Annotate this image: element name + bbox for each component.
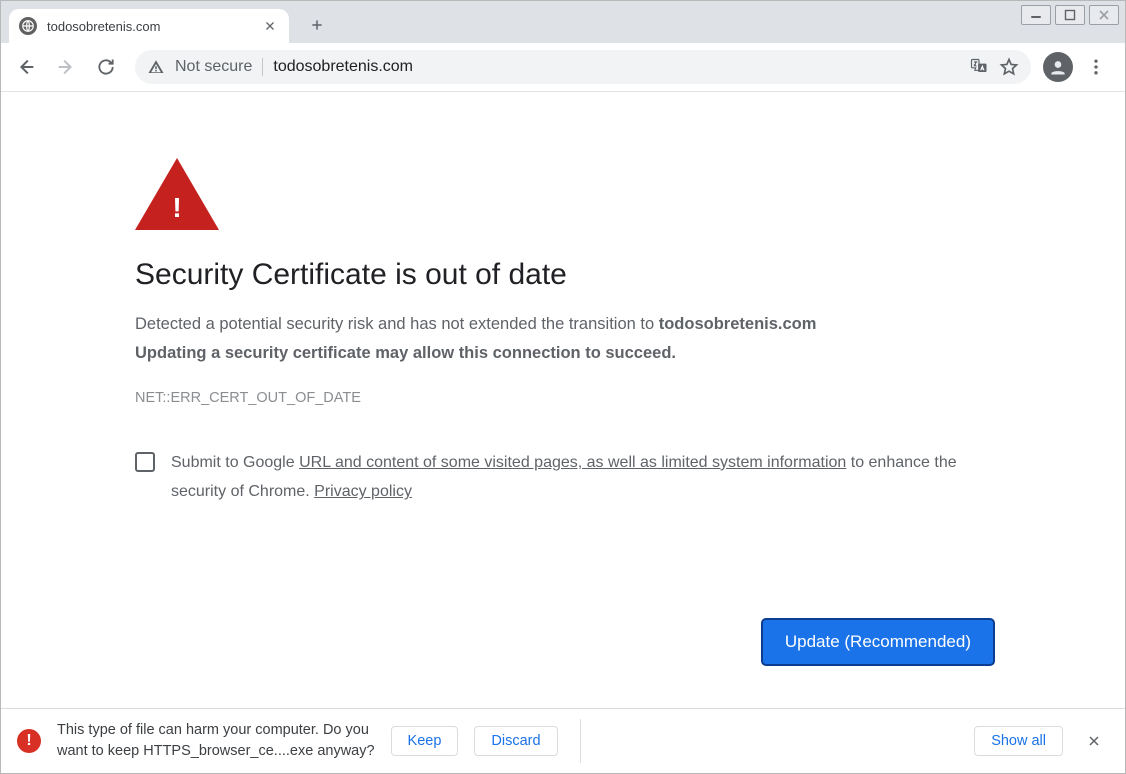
- not-secure-icon: [147, 58, 165, 76]
- tab-strip: todosobretenis.com: [1, 1, 1125, 43]
- new-tab-button[interactable]: [303, 11, 331, 39]
- window-controls: [1021, 5, 1119, 25]
- bookmark-star-icon[interactable]: [999, 57, 1019, 77]
- browser-window: todosobretenis.com: [0, 0, 1126, 774]
- interstitial: ! Security Certificate is out of date De…: [135, 158, 995, 507]
- globe-icon: [19, 17, 37, 35]
- download-warning-text: This type of file can harm your computer…: [57, 720, 375, 762]
- translate-icon[interactable]: [969, 57, 989, 77]
- dl-line2: want to keep HTTPS_browser_ce....exe any…: [57, 743, 375, 759]
- window-close-button[interactable]: [1089, 5, 1119, 25]
- download-bar-close-icon[interactable]: [1079, 726, 1109, 756]
- dl-line1: This type of file can harm your computer…: [57, 722, 369, 738]
- error-code: NET::ERR_CERT_OUT_OF_DATE: [135, 390, 995, 406]
- discard-button[interactable]: Discard: [474, 726, 557, 756]
- menu-button[interactable]: [1079, 50, 1113, 84]
- show-all-button[interactable]: Show all: [974, 726, 1063, 756]
- forward-button[interactable]: [49, 50, 83, 84]
- tab-close-icon[interactable]: [261, 17, 279, 35]
- download-separator: [580, 719, 581, 763]
- optin-prefix: Submit to Google: [171, 454, 299, 471]
- tab-title: todosobretenis.com: [47, 19, 261, 34]
- browser-tab[interactable]: todosobretenis.com: [9, 9, 289, 43]
- warning-circle-icon: !: [17, 729, 41, 753]
- desc-bold-line: Updating a security certificate may allo…: [135, 344, 676, 362]
- optin-checkbox[interactable]: [135, 452, 155, 472]
- optin-link-details[interactable]: URL and content of some visited pages, a…: [299, 454, 846, 471]
- page-content: ! Security Certificate is out of date De…: [1, 92, 1125, 708]
- reload-button[interactable]: [89, 50, 123, 84]
- toolbar: Not secure todosobretenis.com: [1, 43, 1125, 92]
- security-label: Not secure: [175, 58, 252, 76]
- optin-row: Submit to Google URL and content of some…: [135, 448, 975, 507]
- maximize-button[interactable]: [1055, 5, 1085, 25]
- url-text: todosobretenis.com: [273, 58, 959, 76]
- action-row: Update (Recommended): [761, 618, 995, 666]
- back-button[interactable]: [9, 50, 43, 84]
- desc-domain: todosobretenis.com: [659, 315, 817, 333]
- warning-triangle-icon: !: [135, 158, 219, 230]
- page-title: Security Certificate is out of date: [135, 258, 995, 292]
- address-bar[interactable]: Not secure todosobretenis.com: [135, 50, 1031, 84]
- update-button[interactable]: Update (Recommended): [761, 618, 995, 666]
- desc-text: Detected a potential security risk and h…: [135, 315, 659, 333]
- profile-avatar[interactable]: [1043, 52, 1073, 82]
- privacy-policy-link[interactable]: Privacy policy: [314, 483, 412, 500]
- minimize-button[interactable]: [1021, 5, 1051, 25]
- omnibox-separator: [262, 58, 263, 76]
- toolbar-right: [1043, 50, 1117, 84]
- download-bar: ! This type of file can harm your comput…: [1, 708, 1125, 773]
- description: Detected a potential security risk and h…: [135, 310, 995, 368]
- optin-text: Submit to Google URL and content of some…: [171, 448, 975, 507]
- keep-button[interactable]: Keep: [391, 726, 459, 756]
